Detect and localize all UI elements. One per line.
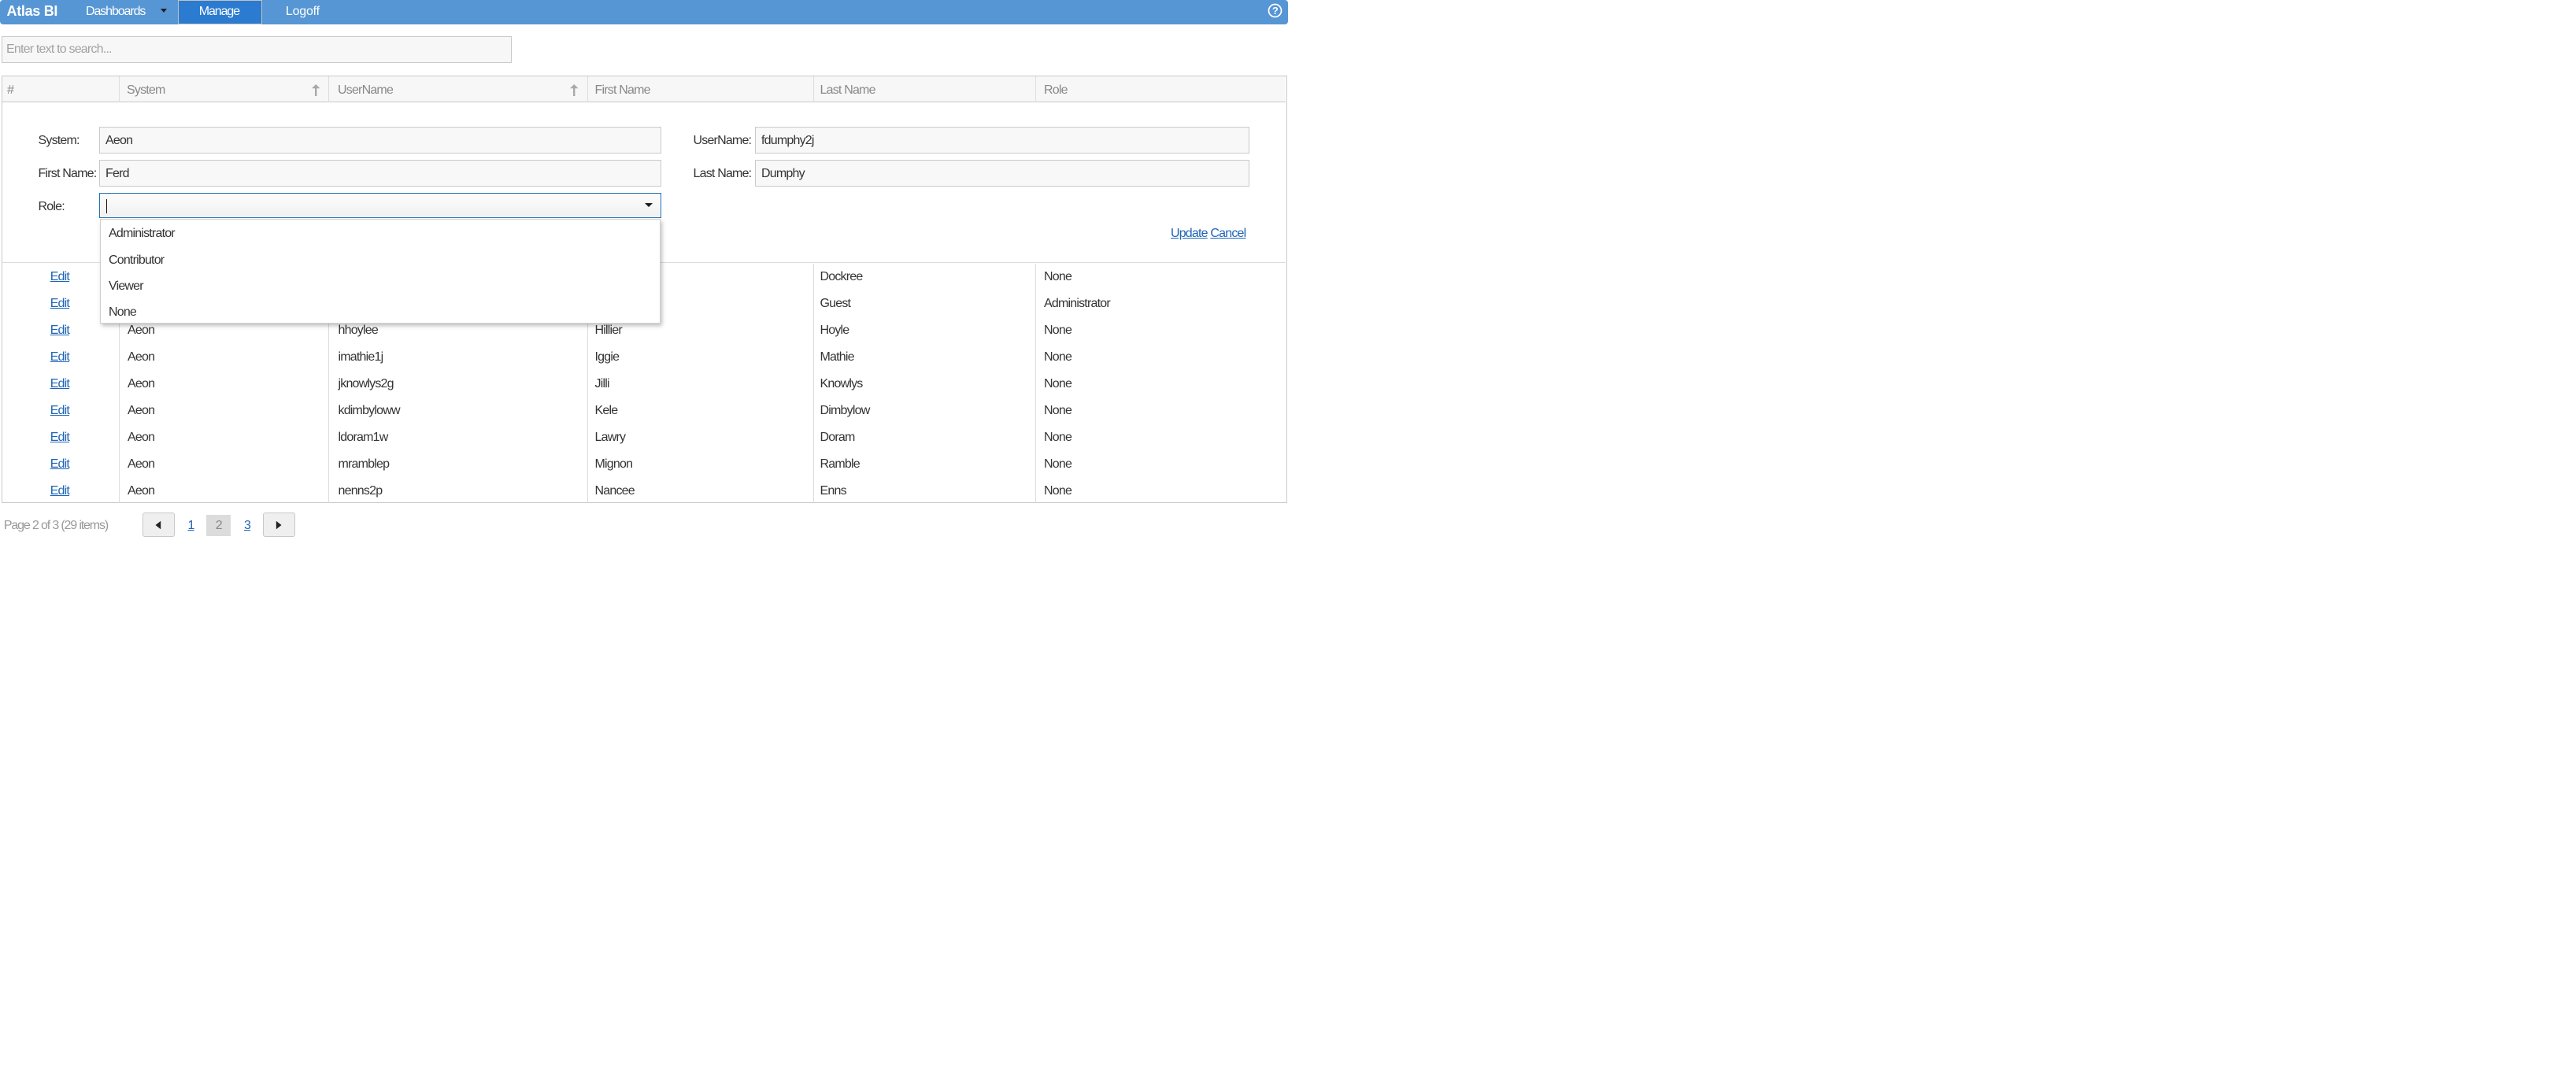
svg-text:?: ? (1271, 5, 1278, 17)
